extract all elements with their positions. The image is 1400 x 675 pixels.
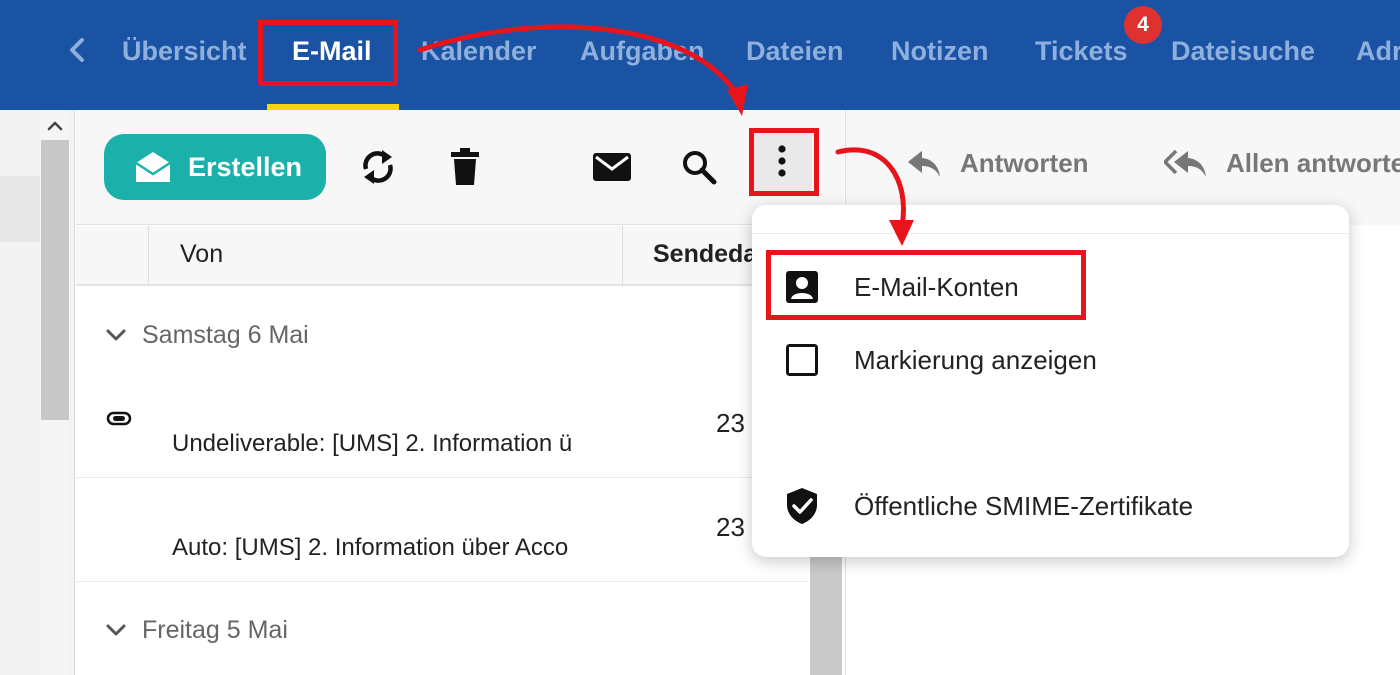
folder-sidebar: [0, 110, 75, 675]
tab-aufgaben[interactable]: Aufgaben: [580, 32, 705, 70]
column-divider: [148, 226, 149, 286]
mail-list-header: Von Sendeda: [76, 226, 844, 286]
top-navigation: Übersicht E-Mail Kalender Aufgaben Datei…: [0, 0, 1400, 110]
create-button-label: Erstellen: [188, 151, 303, 182]
tab-dateien[interactable]: Dateien: [746, 32, 844, 70]
group-header-saturday[interactable]: Samstag 6 Mai: [104, 315, 309, 355]
tab-dateisuche[interactable]: Dateisuche: [1171, 32, 1315, 70]
highlight-box-more-button: [749, 128, 819, 196]
tab-kalender[interactable]: Kalender: [421, 32, 537, 70]
reply-label: Antworten: [960, 148, 1089, 178]
trash-icon: [451, 148, 479, 185]
highlight-box-email-accounts: [766, 250, 1086, 320]
column-date[interactable]: Sendeda: [653, 240, 757, 269]
mail-list-pane: Erstellen Von Sendeda Samstag 6 Mai Unde…: [76, 110, 844, 675]
chevron-down-icon: [106, 329, 126, 341]
chevron-down-icon: [106, 624, 126, 636]
tab-adressbuch[interactable]: Adr: [1356, 32, 1400, 70]
tickets-badge: 4: [1124, 6, 1162, 44]
reply-all-label: Allen antworte: [1226, 148, 1400, 178]
envelope-icon: [593, 153, 631, 181]
column-from[interactable]: Von: [180, 240, 223, 269]
menu-item-show-flag[interactable]: Markierung anzeigen: [782, 335, 1097, 385]
group-header-friday[interactable]: Freitag 5 Mai: [104, 610, 288, 650]
mail-date: 23: [716, 512, 745, 542]
menu-item-label: Markierung anzeigen: [854, 344, 1097, 375]
column-divider: [622, 226, 623, 286]
delete-button[interactable]: [445, 147, 485, 187]
envelope-open-icon: [135, 152, 171, 182]
mail-row[interactable]: Auto: [UMS] 2. Information über Acco 23: [76, 478, 808, 582]
menu-divider: [752, 233, 1349, 234]
reply-all-button[interactable]: Allen antworte: [1164, 148, 1400, 179]
group-label: Freitag 5 Mai: [142, 615, 288, 644]
mail-date: 23: [716, 408, 745, 438]
mail-row[interactable]: Undeliverable: [UMS] 2. Information ü 23: [76, 374, 808, 478]
chevron-up-icon[interactable]: [44, 116, 66, 136]
mark-read-button[interactable]: [592, 147, 632, 187]
mail-toolbar: Erstellen: [76, 110, 844, 225]
highlight-box-email-tab: [258, 20, 398, 86]
tab-tickets[interactable]: Tickets: [1035, 32, 1128, 70]
mail-subject: Undeliverable: [UMS] 2. Information ü: [172, 430, 573, 457]
selected-folder[interactable]: [0, 176, 40, 242]
tab-notizen[interactable]: Notizen: [891, 32, 989, 70]
reply-button[interactable]: Antworten: [906, 148, 1089, 179]
reply-icon: [908, 150, 940, 177]
shield-check-icon: [782, 486, 822, 526]
group-label: Samstag 6 Mai: [142, 320, 309, 349]
reply-all-icon: [1164, 149, 1206, 177]
attachment-icon: [106, 411, 132, 426]
search-button[interactable]: [679, 147, 719, 187]
create-button[interactable]: Erstellen: [104, 134, 326, 200]
sidebar-scrollbar-thumb[interactable]: [41, 140, 69, 420]
menu-item-smime-certificates[interactable]: Öffentliche SMIME-Zertifikate: [782, 481, 1193, 531]
mail-subject: Auto: [UMS] 2. Information über Acco: [172, 534, 569, 561]
search-icon: [683, 151, 717, 185]
refresh-button[interactable]: [358, 147, 398, 187]
tab-uebersicht[interactable]: Übersicht: [122, 32, 247, 70]
chevron-left-icon[interactable]: [62, 30, 92, 70]
menu-item-label: Öffentliche SMIME-Zertifikate: [854, 490, 1194, 521]
checkbox-icon: [782, 340, 822, 380]
refresh-icon: [363, 150, 393, 184]
